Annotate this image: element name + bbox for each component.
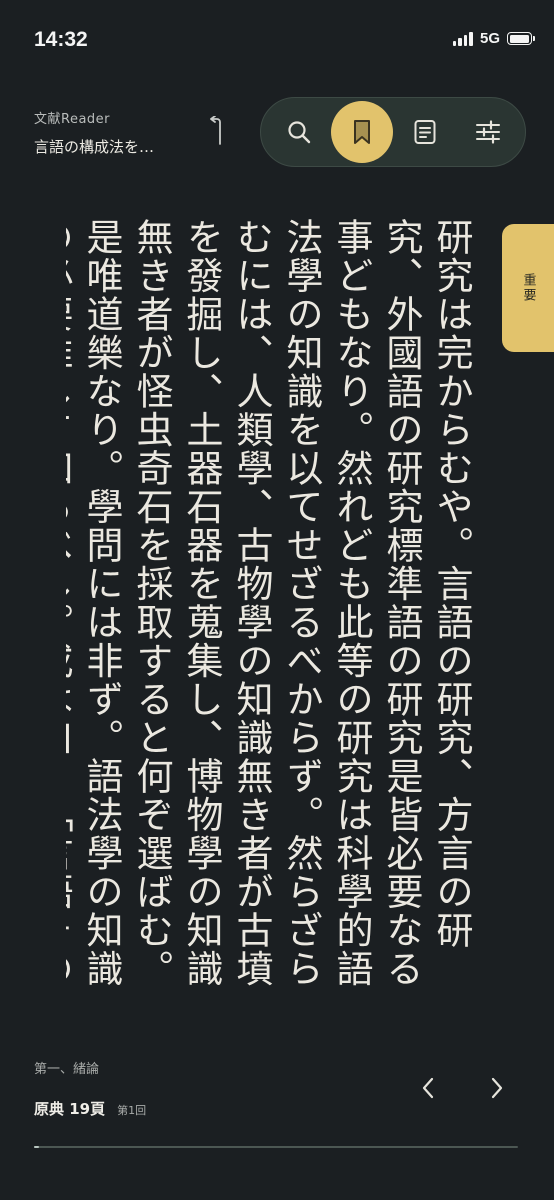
page-label: 原典 19頁 (34, 1100, 106, 1118)
bookmark-button[interactable] (330, 101, 393, 163)
chevron-right-icon (491, 1077, 503, 1099)
signal-bars-icon (452, 31, 473, 46)
search-icon (287, 121, 310, 144)
reader-toolbar (260, 97, 526, 167)
reading-text[interactable]: 研究は完からむや。言語の研究、方言の研究、外國語の研究標準語の研究是皆必要なる事… (66, 218, 476, 993)
search-button[interactable] (268, 101, 330, 163)
document-title[interactable]: 言語の構成法を… (34, 136, 154, 157)
next-page-button[interactable] (482, 1073, 512, 1103)
settings-sliders-icon (475, 120, 500, 144)
read-count: 第1回 (117, 1104, 147, 1117)
battery-icon (507, 32, 535, 45)
return-arrow-icon[interactable] (204, 115, 226, 146)
page-info: 原典 19頁 第1回 (34, 1098, 146, 1119)
previous-page-button[interactable] (413, 1073, 443, 1103)
reading-progress-bar[interactable] (34, 1146, 518, 1148)
settings-button[interactable] (457, 101, 519, 163)
chapter-title: 第一、緒論 (34, 1062, 100, 1077)
reading-progress-fill (34, 1146, 39, 1148)
network-type: 5G (479, 30, 500, 47)
important-tab[interactable]: 重要 (502, 224, 554, 352)
chevron-left-icon (422, 1077, 434, 1099)
important-tab-label: 重要 (520, 273, 536, 303)
bookmark-icon (353, 120, 370, 144)
table-of-contents-button[interactable] (394, 101, 456, 163)
status-time: 14:32 (34, 28, 88, 51)
status-indicators: 5G (452, 30, 535, 47)
table-of-contents-icon (414, 120, 435, 144)
app-name: 文献Reader (34, 112, 111, 127)
